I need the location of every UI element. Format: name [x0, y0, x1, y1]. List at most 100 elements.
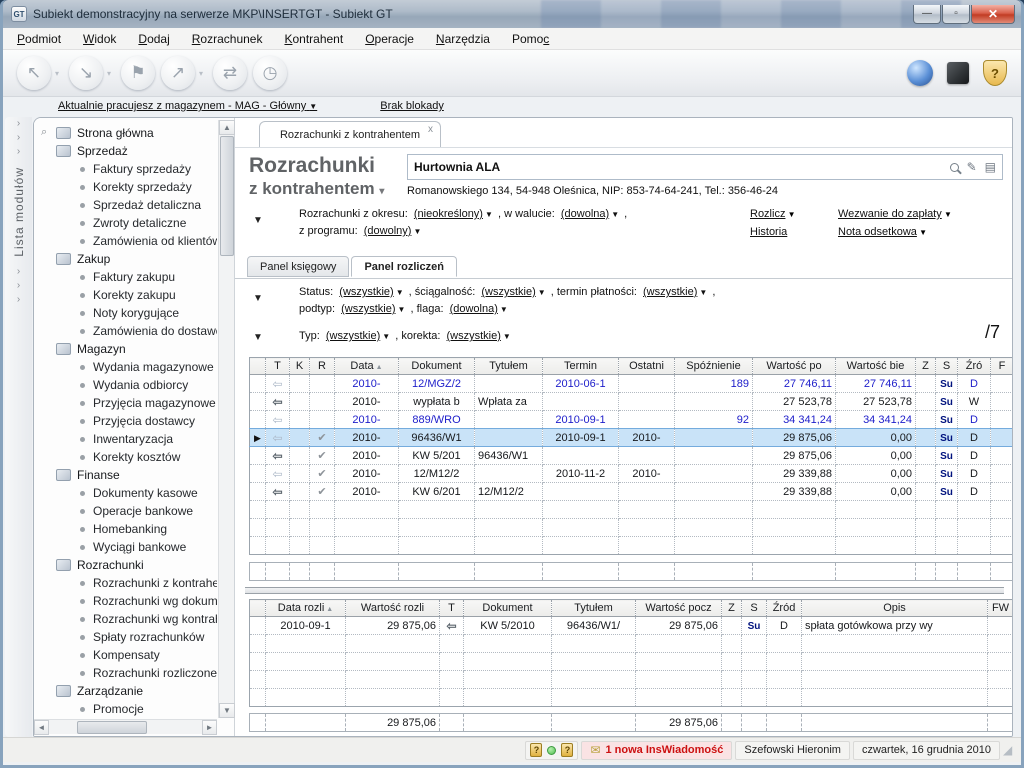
filter-value-dowolna[interactable]: (dowolna) — [561, 208, 609, 220]
flag-icon[interactable]: ⚑ — [121, 56, 155, 90]
filter-value-wszystkie[interactable]: (wszystkie) — [643, 286, 697, 298]
action-wezwanie-do-zap-aty[interactable]: Wezwanie do zapłaty — [838, 208, 942, 220]
module-group-finanse[interactable]: Finanse — [40, 466, 217, 484]
module-item-rozrachunki-rozliczone[interactable]: Rozrachunki rozliczone — [40, 664, 217, 682]
dropdown-arrow-icon[interactable]: ▼ — [917, 228, 927, 237]
column-header-fw[interactable]: FW — [988, 600, 1014, 617]
help-icon[interactable]: ? — [530, 743, 542, 757]
cube-icon[interactable] — [947, 62, 969, 84]
collapse-arrow-icon[interactable]: ▼ — [253, 293, 263, 304]
module-item-wydania-odbiorcy[interactable]: Wydania odbiorcy — [40, 376, 217, 394]
settlement-row[interactable] — [250, 537, 1014, 555]
maximize-button[interactable]: ▫ — [942, 5, 970, 24]
repayment-row[interactable] — [250, 671, 1014, 689]
edit-pen-icon[interactable]: ✎ — [967, 160, 977, 174]
title-dropdown-icon[interactable]: ▾ — [379, 186, 384, 197]
module-item-zamowienia-od-klientow[interactable]: Zamówienia od klientów — [40, 232, 217, 250]
column-header-termin[interactable]: Termin — [543, 358, 619, 375]
dropdown-arrow-icon[interactable]: ▼ — [398, 305, 406, 314]
repayment-row[interactable]: 2010-09-129 875,06⇦KW 5/201096436/W1/29 … — [250, 617, 1014, 635]
scrollbar-thumb[interactable] — [77, 721, 147, 734]
help-icon[interactable]: ? — [561, 743, 573, 757]
clock-icon[interactable]: ◷ — [253, 56, 287, 90]
menu-rozrachunek[interactable]: Rozrachunek — [192, 32, 263, 46]
tab-rozrachunki-z-kontrahentem[interactable]: Rozrachunki z kontrahentem x — [259, 121, 441, 147]
magazine-link[interactable]: Aktualnie pracujesz z magazynem - MAG - … — [58, 100, 317, 112]
module-item-homebanking[interactable]: Homebanking — [40, 520, 217, 538]
filter-value-dowolna[interactable]: (dowolna) — [450, 303, 498, 315]
filter-value-wszystkie[interactable]: (wszystkie) — [341, 303, 395, 315]
module-item-wydania-magazynowe[interactable]: Wydania magazynowe — [40, 358, 217, 376]
list-icon[interactable]: ▤ — [985, 160, 996, 174]
module-item-rozrachunki-z-kontrahente[interactable]: Rozrachunki z kontrahente — [40, 574, 217, 592]
action-historia[interactable]: Historia — [750, 226, 787, 238]
search-icon[interactable] — [950, 163, 959, 172]
menu-operacje[interactable]: Operacje — [365, 32, 414, 46]
filter-value-wszystkie[interactable]: (wszystkie) — [339, 286, 393, 298]
cursor-arrow-icon[interactable]: ↖ — [17, 56, 51, 90]
dropdown-arrow-icon[interactable]: ▼ — [942, 210, 952, 219]
module-item-zwroty-detaliczne[interactable]: Zwroty detaliczne — [40, 214, 217, 232]
scroll-right-icon[interactable]: ► — [202, 720, 217, 735]
repayment-row[interactable] — [250, 635, 1014, 653]
action-nota-odsetkowa[interactable]: Nota odsetkowa — [838, 226, 917, 238]
menu-widok[interactable]: Widok — [83, 32, 116, 46]
column-header-data[interactable]: Data▲ — [335, 358, 399, 375]
action-rozlicz[interactable]: Rozlicz — [750, 208, 785, 220]
filter-value-wszystkie[interactable]: (wszystkie) — [481, 286, 535, 298]
module-item-sprzedaz-detaliczna[interactable]: Sprzedaż detaliczna — [40, 196, 217, 214]
settlement-row[interactable]: ⇦ 2010-889/WRO 2010-09-1 9234 341,2434 3… — [250, 411, 1014, 429]
settlement-row[interactable] — [250, 519, 1014, 537]
column-header-tyt[interactable]: Tytułem — [552, 600, 636, 617]
module-item-operacje-bankowe[interactable]: Operacje bankowe — [40, 502, 217, 520]
sidebar-horizontal-scrollbar[interactable]: ◄ ► — [34, 719, 217, 734]
filter-value-wszystkie[interactable]: (wszystkie) — [326, 330, 380, 342]
close-button[interactable]: ✕ — [971, 5, 1015, 24]
column-header-zro[interactable]: Źró — [958, 358, 991, 375]
column-header-ostatni[interactable]: Ostatni — [619, 358, 675, 375]
module-item-inwentaryzacja[interactable]: Inwentaryzacja — [40, 430, 217, 448]
column-header-data[interactable]: Data rozli▲ — [266, 600, 346, 617]
menu-dodaj[interactable]: Dodaj — [138, 32, 169, 46]
module-item-zamowienia-do-dostawco[interactable]: Zamówienia do dostawcó — [40, 322, 217, 340]
scroll-up-icon[interactable]: ▲ — [219, 120, 235, 135]
module-group-strona-g-owna[interactable]: Strona główna — [40, 124, 217, 142]
column-header-z[interactable]: Z — [916, 358, 936, 375]
menu-kontrahent[interactable]: Kontrahent — [284, 32, 343, 46]
issue-arrow-icon[interactable]: ↗ — [161, 56, 195, 90]
module-item-promocje[interactable]: Promocje — [40, 700, 217, 718]
settlement-row[interactable]: ⇦ 2010-wypłata bWpłata za 27 523,7827 52… — [250, 393, 1014, 411]
column-header-t[interactable]: T — [266, 358, 290, 375]
filter-value-dowolny[interactable]: (dowolny) — [364, 225, 412, 237]
message-segment[interactable]: ✉ 1 nowa InsWiadomość — [581, 741, 732, 760]
dropdown-arrow-icon[interactable]: ▼ — [382, 332, 390, 341]
module-item-dokumenty-kasowe[interactable]: Dokumenty kasowe — [40, 484, 217, 502]
dropdown-arrow-icon[interactable]: ▼ — [611, 210, 619, 219]
module-item-rozrachunki-wg-dokumen[interactable]: Rozrachunki wg dokumen — [40, 592, 217, 610]
column-header-zrod[interactable]: Źród — [767, 600, 802, 617]
column-header-dok[interactable]: Dokument — [399, 358, 475, 375]
help-shield-icon[interactable]: ? — [983, 60, 1007, 86]
resize-grip[interactable]: ◢ — [1003, 743, 1017, 757]
column-header-z[interactable]: Z — [722, 600, 742, 617]
module-item-kompensaty[interactable]: Kompensaty — [40, 646, 217, 664]
module-group-sprzedaz[interactable]: Sprzedaż — [40, 142, 217, 160]
dropdown-arrow-icon[interactable]: ▾ — [55, 69, 59, 78]
menu-pomoc[interactable]: Pomoc — [512, 32, 549, 46]
column-header-tyt[interactable]: Tytułem — [475, 358, 543, 375]
module-item-korekty-sprzedazy[interactable]: Korekty sprzedaży — [40, 178, 217, 196]
filter-value-nieokreslony[interactable]: (nieokreślony) — [414, 208, 483, 220]
column-header-s[interactable]: S — [936, 358, 958, 375]
settlement-row[interactable]: ⇦ ✔2010-KW 5/20196436/W1 29 875,060,00 S… — [250, 447, 1014, 465]
module-list-strip[interactable]: ››› Lista modułów ››› — [5, 117, 32, 737]
column-header-opis[interactable]: Opis — [802, 600, 988, 617]
module-item-przyjecia-magazynowe[interactable]: Przyjęcia magazynowe — [40, 394, 217, 412]
module-item-faktury-zakupu[interactable]: Faktury zakupu — [40, 268, 217, 286]
dropdown-arrow-icon[interactable]: ▼ — [500, 305, 508, 314]
settlement-row[interactable]: ⇦ ✔2010-12/M12/2 2010-11-22010- 29 339,8… — [250, 465, 1014, 483]
dropdown-arrow-icon[interactable]: ▾ — [107, 69, 111, 78]
settlement-row[interactable]: ⇦ ✔2010-KW 6/20112/M12/2 29 339,880,00 S… — [250, 483, 1014, 501]
module-item-sp-aty-rozrachunkow[interactable]: Spłaty rozrachunków — [40, 628, 217, 646]
tab-panel-ksiegowy[interactable]: Panel księgowy — [247, 256, 349, 277]
module-group-zakup[interactable]: Zakup — [40, 250, 217, 268]
